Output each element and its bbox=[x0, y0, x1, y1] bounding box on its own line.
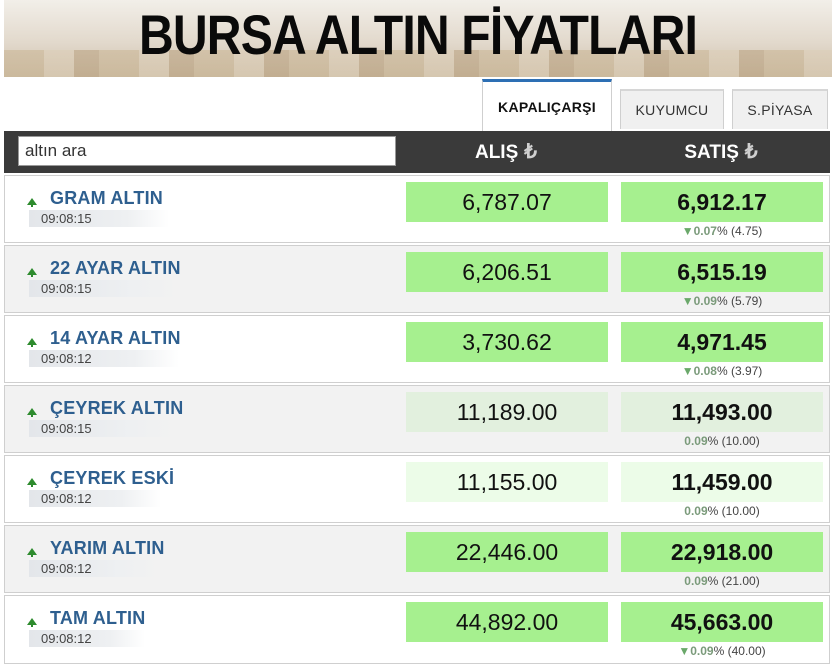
change-percent: 0.09 bbox=[690, 644, 714, 658]
up-arrow-icon bbox=[27, 408, 37, 417]
change-info: ▼0.09% (40.00) bbox=[621, 644, 823, 658]
percent-sign: % bbox=[707, 574, 719, 588]
sell-price: 11,493.00 bbox=[621, 392, 823, 432]
tab-kuyumcu[interactable]: KUYUMCU bbox=[620, 89, 724, 129]
price-row[interactable]: 14 AYAR ALTIN 09:08:12 3,730.62 4,971.45… bbox=[4, 315, 830, 383]
change-percent: 0.08 bbox=[693, 364, 717, 378]
tab-s-piyasa[interactable]: S.PİYASA bbox=[732, 89, 828, 129]
change-amount: (5.79) bbox=[730, 294, 763, 308]
percent-sign: % bbox=[713, 644, 725, 658]
search-input[interactable] bbox=[18, 136, 396, 166]
up-arrow-icon bbox=[27, 268, 37, 277]
change-info: ▼0.07% (4.75) bbox=[621, 224, 823, 238]
buy-column-header: ALIŞ ₺ bbox=[405, 131, 607, 173]
change-amount: (40.00) bbox=[727, 644, 766, 658]
down-arrow-icon: ▼ bbox=[681, 364, 694, 378]
update-time: 09:08:15 bbox=[29, 280, 179, 297]
change-amount: (21.00) bbox=[721, 574, 760, 588]
change-info: ▼0.09% (5.79) bbox=[621, 294, 823, 308]
percent-sign: % bbox=[716, 364, 728, 378]
lira-icon: ₺ bbox=[524, 141, 537, 163]
sell-price: 45,663.00 bbox=[621, 602, 823, 642]
banner: BURSA ALTIN FİYATLARI bbox=[4, 0, 832, 77]
market-tabs: KAPALIÇARŞI KUYUMCU S.PİYASA bbox=[482, 79, 828, 132]
gold-name: TAM ALTIN bbox=[50, 608, 146, 628]
price-row[interactable]: GRAM ALTIN 09:08:15 6,787.07 6,912.17 ▼0… bbox=[4, 175, 830, 243]
update-time: 09:08:15 bbox=[29, 210, 169, 227]
sell-column-header: SATIŞ ₺ bbox=[620, 131, 822, 173]
change-info: 0.09% (21.00) bbox=[621, 574, 823, 588]
change-percent: 0.09 bbox=[684, 434, 708, 448]
gold-name: ÇEYREK ALTIN bbox=[50, 398, 184, 418]
buy-price: 6,787.07 bbox=[406, 182, 608, 222]
gold-name: GRAM ALTIN bbox=[50, 188, 163, 208]
sell-price: 6,912.17 bbox=[621, 182, 823, 222]
sell-price: 11,459.00 bbox=[621, 462, 823, 502]
update-time: 09:08:12 bbox=[29, 630, 145, 647]
buy-price: 22,446.00 bbox=[406, 532, 608, 572]
percent-sign: % bbox=[707, 504, 719, 518]
buy-price: 3,730.62 bbox=[406, 322, 608, 362]
update-time: 09:08:15 bbox=[29, 420, 175, 437]
up-arrow-icon bbox=[27, 198, 37, 207]
buy-price: 6,206.51 bbox=[406, 252, 608, 292]
down-arrow-icon: ▼ bbox=[681, 294, 694, 308]
percent-sign: % bbox=[707, 434, 719, 448]
change-percent: 0.09 bbox=[693, 294, 717, 308]
banner-title: BURSA ALTIN FİYATLARI bbox=[138, 3, 698, 66]
change-info: ▼0.08% (3.97) bbox=[621, 364, 823, 378]
buy-price: 11,155.00 bbox=[406, 462, 608, 502]
up-arrow-icon bbox=[27, 548, 37, 557]
gold-name: YARIM ALTIN bbox=[50, 538, 165, 558]
sell-column-label: SATIŞ bbox=[684, 142, 739, 163]
update-time: 09:08:12 bbox=[29, 350, 179, 367]
buy-price: 11,189.00 bbox=[406, 392, 608, 432]
update-time: 09:08:12 bbox=[29, 490, 161, 507]
sell-price: 6,515.19 bbox=[621, 252, 823, 292]
table-header: ALIŞ₺ SATIŞ₺ bbox=[4, 131, 830, 173]
up-arrow-icon bbox=[27, 618, 37, 627]
update-time: 09:08:12 bbox=[29, 560, 159, 577]
down-arrow-icon: ▼ bbox=[678, 644, 691, 658]
lira-icon: ₺ bbox=[744, 141, 758, 163]
price-row[interactable]: TAM ALTIN 09:08:12 44,892.00 45,663.00 ▼… bbox=[4, 595, 830, 664]
gold-name: ÇEYREK ESKİ bbox=[50, 468, 175, 488]
price-row[interactable]: 22 AYAR ALTIN 09:08:15 6,206.51 6,515.19… bbox=[4, 245, 830, 313]
percent-sign: % bbox=[716, 294, 728, 308]
price-row[interactable]: ÇEYREK ESKİ 09:08:12 11,155.00 11,459.00… bbox=[4, 455, 830, 523]
price-row[interactable]: YARIM ALTIN 09:08:12 22,446.00 22,918.00… bbox=[4, 525, 830, 593]
change-amount: (10.00) bbox=[721, 504, 760, 518]
change-info: 0.09% (10.00) bbox=[621, 434, 823, 448]
change-info: 0.09% (10.00) bbox=[621, 504, 823, 518]
buy-price: 44,892.00 bbox=[406, 602, 608, 642]
up-arrow-icon bbox=[27, 478, 37, 487]
sell-price: 4,971.45 bbox=[621, 322, 823, 362]
percent-sign: % bbox=[716, 224, 728, 238]
price-row[interactable]: ÇEYREK ALTIN 09:08:15 11,189.00 11,493.0… bbox=[4, 385, 830, 453]
gold-name: 22 AYAR ALTIN bbox=[50, 258, 181, 278]
change-percent: 0.09 bbox=[684, 504, 708, 518]
change-percent: 0.09 bbox=[684, 574, 708, 588]
down-arrow-icon: ▼ bbox=[681, 224, 694, 238]
change-percent: 0.07 bbox=[693, 224, 717, 238]
sell-price: 22,918.00 bbox=[621, 532, 823, 572]
change-amount: (4.75) bbox=[730, 224, 763, 238]
change-amount: (10.00) bbox=[721, 434, 760, 448]
gold-name: 14 AYAR ALTIN bbox=[50, 328, 181, 348]
buy-column-label: ALIŞ bbox=[474, 142, 519, 163]
up-arrow-icon bbox=[27, 338, 37, 347]
tab-kapalicarsi[interactable]: KAPALIÇARŞI bbox=[482, 79, 612, 132]
change-amount: (3.97) bbox=[730, 364, 763, 378]
